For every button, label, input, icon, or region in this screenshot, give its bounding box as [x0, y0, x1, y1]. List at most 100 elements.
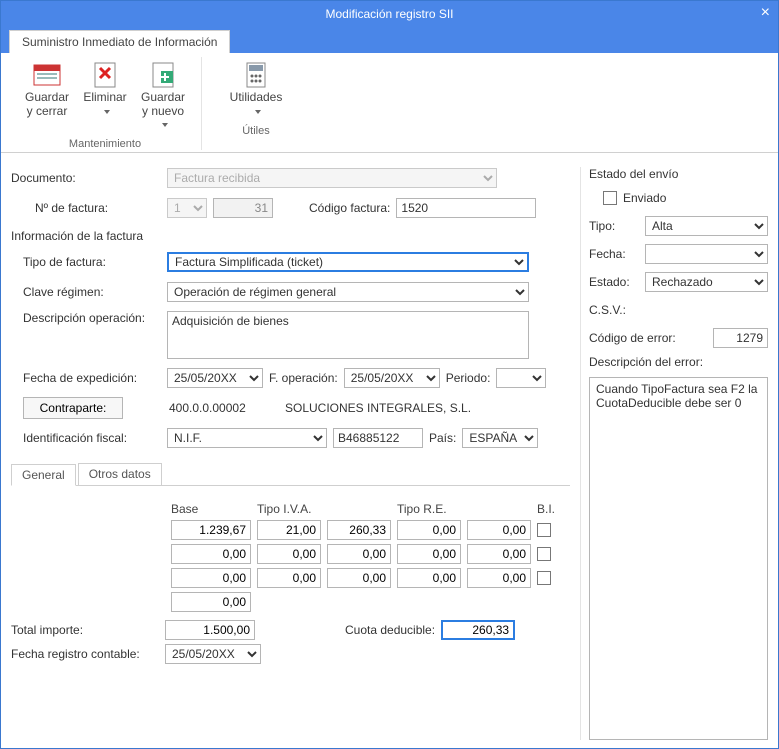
- ident-fiscal-label: Identificación fiscal:: [11, 431, 161, 445]
- documento-label: Documento:: [11, 171, 161, 185]
- codigo-factura-label: Código factura:: [309, 201, 390, 215]
- ident-fiscal-type-select[interactable]: N.I.F.: [167, 428, 327, 448]
- n-factura-series: 1: [167, 198, 207, 218]
- tab-sii[interactable]: Suministro Inmediato de Información: [9, 30, 230, 53]
- ribbon-group-mantenimiento: Guardar y cerrar Eliminar Guardar y nuev…: [9, 57, 202, 150]
- cuota-deducible-input[interactable]: [441, 620, 515, 640]
- bi-checkbox[interactable]: [537, 571, 551, 585]
- periodo-label: Periodo:: [446, 371, 491, 385]
- cuota-deducible-label: Cuota deducible:: [345, 623, 435, 637]
- pais-select[interactable]: ESPAÑA: [462, 428, 538, 448]
- utilities-button[interactable]: Utilidades: [228, 57, 284, 121]
- codigo-factura-input[interactable]: [396, 198, 536, 218]
- outer-tabstrip: Suministro Inmediato de Información: [1, 27, 778, 53]
- table-row: [11, 592, 570, 612]
- grid-area: Base Tipo I.V.A. Tipo R.E. B.I.: [11, 494, 570, 664]
- chevron-down-icon: [101, 105, 110, 119]
- save-new-icon: [147, 59, 179, 89]
- save-new-button[interactable]: Guardar y nuevo: [135, 57, 191, 134]
- desc-oper-label: Descripción operación:: [11, 311, 161, 325]
- tipo-select[interactable]: Alta: [645, 216, 768, 236]
- re-amt-cell[interactable]: [467, 544, 531, 564]
- col-bi: B.I.: [537, 502, 565, 516]
- info-factura-title: Información de la factura: [11, 229, 570, 243]
- delete-button[interactable]: Eliminar: [77, 57, 133, 134]
- contraparte-code: 400.0.0.00002: [169, 401, 279, 415]
- fecha-exp-label: Fecha de expedición:: [11, 371, 161, 385]
- bi-checkbox[interactable]: [537, 547, 551, 561]
- col-tipo-re: Tipo R.E.: [397, 502, 531, 516]
- contraparte-button[interactable]: Contraparte:: [23, 397, 123, 419]
- table-row: [11, 520, 570, 540]
- re-rate-cell[interactable]: [397, 544, 461, 564]
- ribbon: Guardar y cerrar Eliminar Guardar y nuev…: [1, 53, 778, 153]
- re-amt-cell[interactable]: [467, 568, 531, 588]
- chevron-down-icon: [252, 105, 261, 119]
- total-importe-input[interactable]: [165, 620, 255, 640]
- iva-rate-cell[interactable]: [257, 520, 321, 540]
- n-factura-num: [213, 198, 273, 218]
- table-row: [11, 568, 570, 588]
- desc-oper-textarea[interactable]: [167, 311, 529, 359]
- codigo-error-input[interactable]: [713, 328, 768, 348]
- base-cell[interactable]: [171, 568, 251, 588]
- bi-checkbox[interactable]: [537, 523, 551, 537]
- tab-general[interactable]: General: [11, 464, 76, 486]
- fecha-select[interactable]: [645, 244, 768, 264]
- fecha-reg-select[interactable]: 25/05/20XX: [165, 644, 261, 664]
- window-title: Modificación registro SII: [325, 7, 453, 21]
- base-cell[interactable]: [171, 544, 251, 564]
- csv-label: C.S.V.:: [589, 303, 626, 317]
- desc-error-label: Descripción del error:: [589, 355, 768, 369]
- fecha-reg-label: Fecha registro contable:: [11, 647, 165, 661]
- pais-label: País:: [429, 431, 456, 445]
- fecha-label: Fecha:: [589, 247, 639, 261]
- iva-rate-cell[interactable]: [257, 568, 321, 588]
- iva-amt-cell[interactable]: [327, 568, 391, 588]
- iva-amt-cell[interactable]: [327, 544, 391, 564]
- codigo-error-label: Código de error:: [589, 331, 676, 345]
- ribbon-group-label: Útiles: [242, 125, 270, 137]
- enviado-label: Enviado: [623, 191, 666, 205]
- f-operacion-select[interactable]: 25/05/20XX: [344, 368, 440, 388]
- total-importe-label: Total importe:: [11, 623, 165, 637]
- iva-rate-cell[interactable]: [257, 544, 321, 564]
- estado-label: Estado:: [589, 275, 639, 289]
- base-cell[interactable]: [171, 520, 251, 540]
- fecha-exp-select[interactable]: 25/05/20XX: [167, 368, 263, 388]
- save-close-icon: [31, 59, 63, 89]
- re-amt-cell[interactable]: [467, 520, 531, 540]
- estado-select[interactable]: Rechazado: [645, 272, 768, 292]
- tab-otros-datos[interactable]: Otros datos: [78, 463, 162, 485]
- documento-select: Factura recibida: [167, 168, 497, 188]
- re-rate-cell[interactable]: [397, 568, 461, 588]
- chevron-down-icon: [159, 119, 168, 133]
- body: Documento: Factura recibida Nº de factur…: [1, 153, 778, 748]
- desc-error-box: Cuando TipoFactura sea F2 la CuotaDeduci…: [589, 377, 768, 740]
- f-operacion-label: F. operación:: [269, 371, 338, 385]
- clave-regimen-select[interactable]: Operación de régimen general: [167, 282, 529, 302]
- close-icon[interactable]: ×: [761, 4, 770, 22]
- table-row: [11, 544, 570, 564]
- periodo-select[interactable]: [496, 368, 546, 388]
- right-panel: Estado del envío Enviado Tipo: Alta Fech…: [580, 167, 768, 740]
- tipo-factura-select[interactable]: Factura Simplificada (ticket): [167, 252, 529, 272]
- left-panel: Documento: Factura recibida Nº de factur…: [11, 167, 570, 740]
- title-bar: Modificación registro SII ×: [1, 1, 778, 27]
- iva-amt-cell[interactable]: [327, 520, 391, 540]
- delete-icon: [89, 59, 121, 89]
- ribbon-group-label: Mantenimiento: [69, 138, 141, 150]
- n-factura-label: Nº de factura:: [11, 201, 161, 215]
- ident-fiscal-input[interactable]: [333, 428, 423, 448]
- ribbon-group-utiles: Utilidades Útiles: [218, 57, 294, 150]
- col-base: Base: [171, 502, 251, 516]
- clave-regimen-label: Clave régimen:: [11, 285, 161, 299]
- window: Modificación registro SII × Suministro I…: [0, 0, 779, 749]
- col-tipo-iva: Tipo I.V.A.: [257, 502, 391, 516]
- re-rate-cell[interactable]: [397, 520, 461, 540]
- save-close-button[interactable]: Guardar y cerrar: [19, 57, 75, 134]
- tipo-label: Tipo:: [589, 219, 639, 233]
- enviado-checkbox[interactable]: [603, 191, 617, 205]
- contraparte-name: SOLUCIONES INTEGRALES, S.L.: [285, 401, 471, 415]
- base-extra-cell[interactable]: [171, 592, 251, 612]
